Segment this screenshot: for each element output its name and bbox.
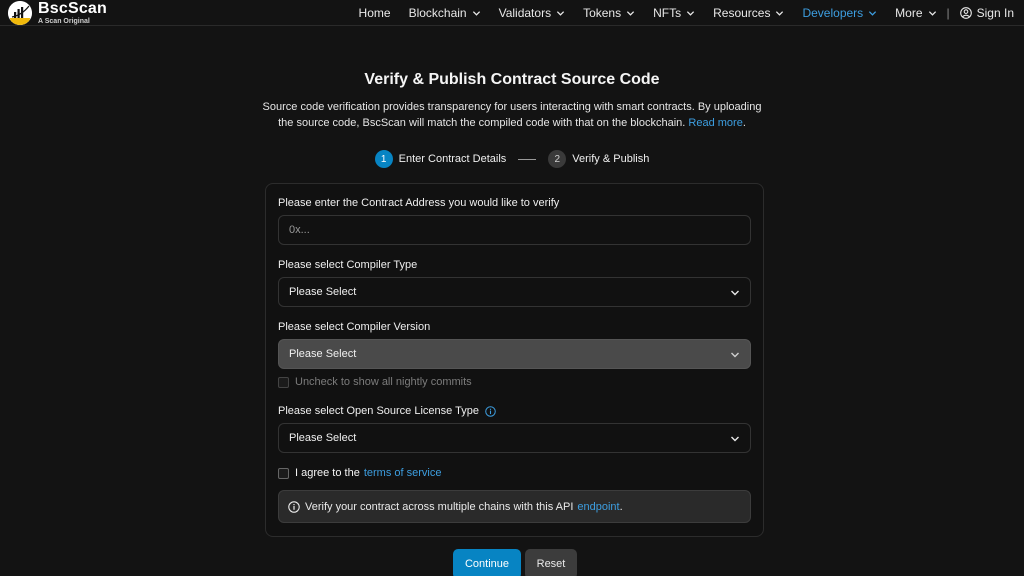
license-type-select[interactable]: Please Select bbox=[278, 423, 751, 453]
chevron-down-icon bbox=[687, 10, 695, 16]
compiler-version-value: Please Select bbox=[289, 348, 357, 360]
step-number: 2 bbox=[548, 150, 567, 168]
user-circle-icon bbox=[959, 7, 972, 19]
sign-in-label: Sign In bbox=[976, 6, 1014, 20]
nav-resources[interactable]: Resources bbox=[713, 6, 784, 20]
intro-text: Source code verification provides transp… bbox=[262, 99, 762, 131]
compiler-type-select[interactable]: Please Select bbox=[278, 277, 751, 307]
endpoint-link[interactable]: endpoint bbox=[577, 501, 619, 513]
terms-prefix: I agree to the bbox=[295, 467, 360, 479]
chevron-down-icon bbox=[869, 10, 877, 16]
chevron-down-icon bbox=[627, 10, 635, 16]
nightly-commits-option: Uncheck to show all nightly commits bbox=[278, 376, 472, 388]
logo-icon bbox=[8, 1, 32, 25]
stepper: 1 Enter Contract Details 2 Verify & Publ… bbox=[0, 150, 1024, 168]
nav-blockchain-label: Blockchain bbox=[408, 6, 467, 20]
main-nav: Home Blockchain Validators Tokens NFTs R… bbox=[359, 0, 1024, 26]
nav-nfts-label: NFTs bbox=[653, 6, 682, 20]
contract-address-input[interactable]: 0x... bbox=[278, 215, 751, 245]
nav-home[interactable]: Home bbox=[359, 6, 391, 20]
read-more-link[interactable]: Read more bbox=[688, 117, 742, 129]
license-type-value: Please Select bbox=[289, 432, 357, 444]
continue-button[interactable]: Continue bbox=[453, 549, 521, 576]
nav-home-label: Home bbox=[358, 6, 391, 20]
address-label: Please enter the Contract Address you wo… bbox=[278, 197, 560, 209]
chevron-down-icon bbox=[928, 10, 936, 16]
api-notice: Verify your contract across multiple cha… bbox=[278, 490, 751, 523]
nav-more[interactable]: More bbox=[895, 6, 936, 20]
intro-body: Source code verification provides transp… bbox=[262, 101, 762, 129]
sign-in-link[interactable]: Sign In bbox=[959, 6, 1014, 20]
chevron-down-icon bbox=[731, 352, 739, 358]
compiler-type-label: Please select Compiler Type bbox=[278, 259, 418, 271]
notice-period: . bbox=[619, 500, 623, 513]
brand-name: BscScan bbox=[38, 0, 107, 17]
compiler-version-select[interactable]: Please Select bbox=[278, 339, 751, 369]
compiler-version-label: Please select Compiler Version bbox=[278, 321, 431, 333]
step-number: 1 bbox=[374, 150, 393, 168]
terms-checkbox[interactable] bbox=[278, 467, 289, 479]
chevron-down-icon bbox=[731, 436, 739, 442]
nav-developers-label: Developers bbox=[802, 6, 864, 20]
nav-more-label: More bbox=[895, 6, 923, 20]
nightly-commits-checkbox[interactable] bbox=[278, 376, 289, 388]
address-placeholder: 0x... bbox=[289, 224, 310, 236]
nav-validators-label: Validators bbox=[498, 6, 552, 20]
reset-button[interactable]: Reset bbox=[525, 549, 577, 576]
info-circle-icon bbox=[288, 500, 300, 513]
step-enter-details: 1 Enter Contract Details bbox=[374, 150, 507, 168]
license-label-text: Please select Open Source License Type bbox=[278, 405, 479, 417]
chevron-down-icon bbox=[731, 290, 739, 296]
terms-of-service-link[interactable]: terms of service bbox=[364, 467, 442, 479]
nav-separator: | bbox=[946, 6, 950, 20]
step-connector bbox=[518, 158, 537, 160]
chevron-down-icon bbox=[472, 10, 480, 16]
nav-tokens[interactable]: Tokens bbox=[583, 6, 635, 20]
step-label: Enter Contract Details bbox=[398, 153, 507, 165]
chevron-down-icon bbox=[776, 10, 784, 16]
nav-validators[interactable]: Validators bbox=[499, 6, 565, 20]
nav-nfts[interactable]: NFTs bbox=[653, 6, 695, 20]
top-navbar: BscScan A Scan Original Home Blockchain … bbox=[0, 0, 1024, 26]
notice-text: Verify your contract across multiple cha… bbox=[305, 500, 574, 513]
nav-tokens-label: Tokens bbox=[583, 6, 622, 20]
compiler-type-value: Please Select bbox=[289, 286, 357, 298]
chevron-down-icon bbox=[556, 10, 565, 16]
intro-period: . bbox=[742, 117, 746, 129]
brand-tagline: A Scan Original bbox=[38, 18, 90, 25]
page-title: Verify & Publish Contract Source Code bbox=[364, 71, 660, 88]
nightly-commits-label: Uncheck to show all nightly commits bbox=[295, 376, 472, 388]
nav-developers[interactable]: Developers bbox=[802, 6, 877, 20]
terms-option: I agree to the terms of service bbox=[278, 467, 441, 479]
step-verify-publish: 2 Verify & Publish bbox=[548, 150, 649, 168]
license-label: Please select Open Source License Type bbox=[278, 405, 496, 417]
info-icon[interactable] bbox=[485, 405, 496, 417]
bscscan-logo[interactable]: BscScan A Scan Original bbox=[8, 0, 107, 26]
nav-resources-label: Resources bbox=[713, 6, 771, 20]
nav-blockchain[interactable]: Blockchain bbox=[409, 6, 481, 20]
step-label: Verify & Publish bbox=[572, 153, 650, 165]
